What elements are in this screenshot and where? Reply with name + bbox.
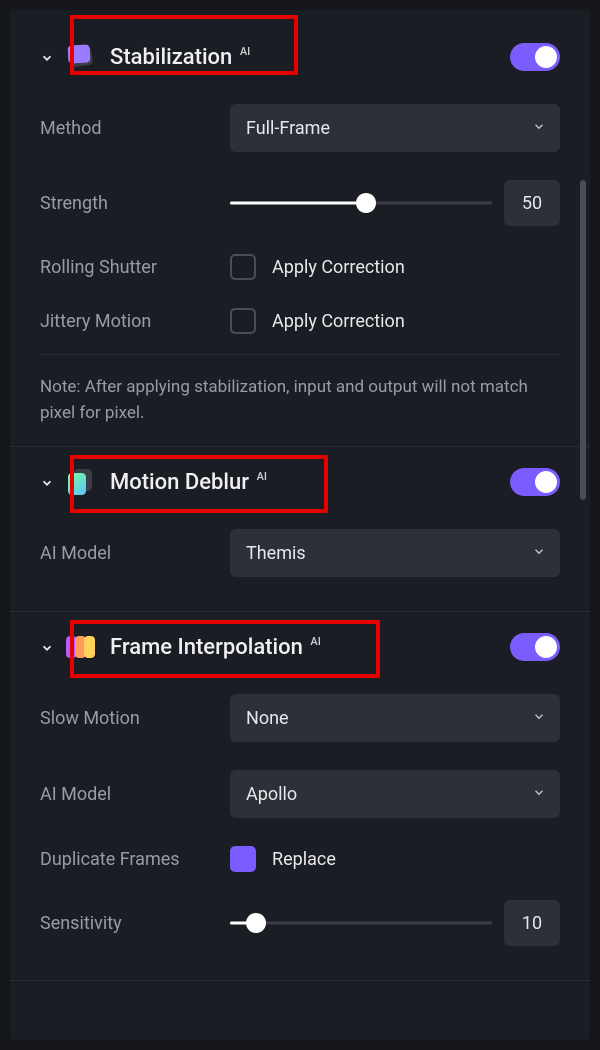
- checkbox-jittery-motion[interactable]: [230, 308, 256, 334]
- select-value: Full-Frame: [246, 118, 330, 139]
- checkbox-label: Apply Correction: [272, 311, 405, 332]
- select-value: Themis: [246, 543, 306, 564]
- note-stabilization: Note: After applying stabilization, inpu…: [40, 369, 560, 426]
- chevron-down-icon: [532, 785, 546, 804]
- chevron-down-icon[interactable]: [40, 640, 54, 654]
- label-strength: Strength: [40, 193, 230, 214]
- row-ai-model-deblur: AI Model Themis: [40, 515, 560, 591]
- label-duplicate-frames: Duplicate Frames: [40, 849, 230, 870]
- section-title: Stabilization AI: [110, 45, 232, 70]
- row-strength: Strength 50: [40, 166, 560, 240]
- label-method: Method: [40, 118, 230, 139]
- select-ai-model-deblur[interactable]: Themis: [230, 529, 560, 577]
- divider: [40, 354, 560, 355]
- select-slow-motion[interactable]: None: [230, 694, 560, 742]
- select-value: Apollo: [246, 784, 297, 805]
- row-ai-model-interp: AI Model Apollo: [40, 756, 560, 832]
- toggle-frame-interpolation[interactable]: [510, 633, 560, 661]
- frame-interpolation-icon: [66, 632, 96, 662]
- section-stabilization: Stabilization AI Method Full-Frame Stren…: [10, 22, 590, 447]
- ai-badge: AI: [310, 635, 320, 648]
- chevron-down-icon[interactable]: [40, 475, 54, 489]
- row-duplicate-frames: Duplicate Frames Replace: [40, 832, 560, 886]
- value-sensitivity[interactable]: 10: [504, 900, 560, 946]
- section-title: Frame Interpolation AI: [110, 635, 303, 660]
- section-frame-interpolation: Frame Interpolation AI Slow Motion None …: [10, 612, 590, 981]
- row-jittery-motion: Jittery Motion Apply Correction: [40, 294, 560, 348]
- section-header-motion-deblur[interactable]: Motion Deblur AI: [40, 457, 560, 515]
- section-title-text: Frame Interpolation: [110, 635, 303, 660]
- ai-badge: AI: [257, 470, 267, 483]
- section-header-frame-interpolation[interactable]: Frame Interpolation AI: [40, 622, 560, 680]
- select-method[interactable]: Full-Frame: [230, 104, 560, 152]
- toggle-motion-deblur[interactable]: [510, 468, 560, 496]
- checkbox-duplicate-frames[interactable]: [230, 846, 256, 872]
- ai-badge: AI: [240, 45, 250, 58]
- label-jittery-motion: Jittery Motion: [40, 311, 230, 332]
- section-header-stabilization[interactable]: Stabilization AI: [40, 32, 560, 90]
- label-rolling-shutter: Rolling Shutter: [40, 257, 230, 278]
- label-slow-motion: Slow Motion: [40, 708, 230, 729]
- slider-strength[interactable]: [230, 191, 492, 215]
- select-ai-model-interp[interactable]: Apollo: [230, 770, 560, 818]
- row-sensitivity: Sensitivity 10: [40, 886, 560, 960]
- value-strength[interactable]: 50: [504, 180, 560, 226]
- checkbox-rolling-shutter[interactable]: [230, 254, 256, 280]
- toggle-stabilization[interactable]: [510, 43, 560, 71]
- label-ai-model: AI Model: [40, 543, 230, 564]
- stabilization-icon: [66, 42, 96, 72]
- chevron-down-icon: [532, 544, 546, 563]
- chevron-down-icon: [532, 709, 546, 728]
- motion-deblur-icon: [66, 467, 96, 497]
- section-title-text: Stabilization: [110, 45, 232, 70]
- section-title-text: Motion Deblur: [110, 470, 249, 495]
- select-value: None: [246, 708, 289, 729]
- checkbox-label: Replace: [272, 849, 336, 870]
- row-rolling-shutter: Rolling Shutter Apply Correction: [40, 240, 560, 294]
- section-motion-deblur: Motion Deblur AI AI Model Themis: [10, 447, 590, 612]
- scrollbar[interactable]: [580, 180, 586, 500]
- settings-panel: Stabilization AI Method Full-Frame Stren…: [10, 10, 590, 1040]
- section-title: Motion Deblur AI: [110, 470, 249, 495]
- label-ai-model: AI Model: [40, 784, 230, 805]
- chevron-down-icon[interactable]: [40, 50, 54, 64]
- slider-sensitivity[interactable]: [230, 911, 492, 935]
- row-method: Method Full-Frame: [40, 90, 560, 166]
- label-sensitivity: Sensitivity: [40, 913, 230, 934]
- checkbox-label: Apply Correction: [272, 257, 405, 278]
- chevron-down-icon: [532, 119, 546, 138]
- row-slow-motion: Slow Motion None: [40, 680, 560, 756]
